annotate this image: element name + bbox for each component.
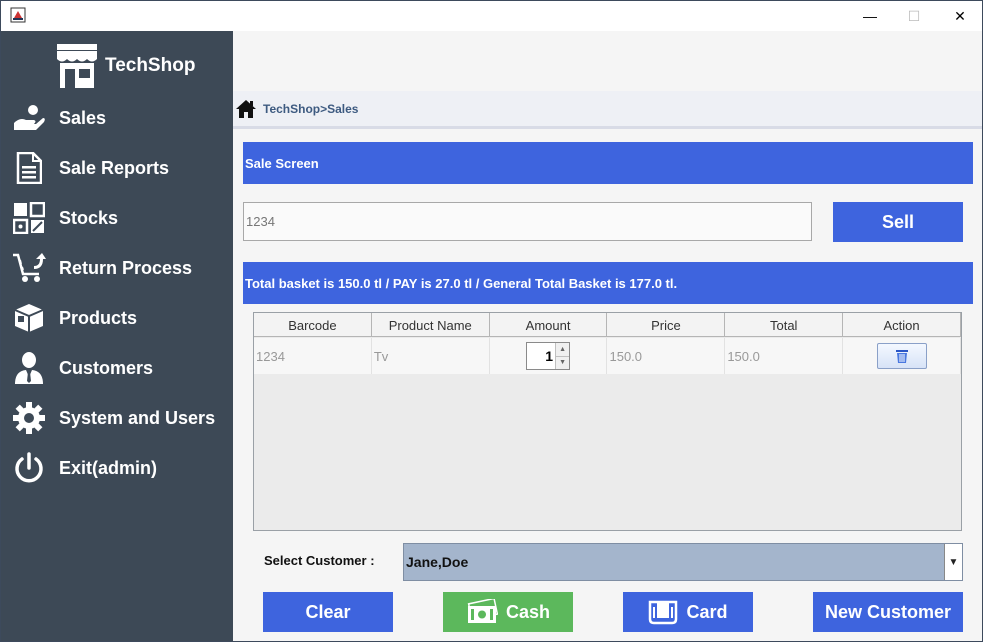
brand-name: TechShop (105, 55, 196, 76)
customer-select[interactable]: Jane,Doe ▼ (403, 543, 963, 581)
shop-icon (57, 44, 97, 88)
decrement-arrow-icon[interactable]: ▼ (556, 355, 570, 369)
gear-icon (11, 400, 47, 436)
grid-icon (11, 200, 47, 236)
table-row[interactable]: 1234 Tv 1 ▲ ▼ 150.0 150.0 (254, 338, 961, 374)
maximize-button[interactable]: ☐ (891, 1, 937, 31)
card-label: Card (686, 601, 728, 622)
sidebar-item-sales[interactable]: Sales (11, 96, 231, 140)
breadcrumb-text: TechShop>Sales (263, 101, 359, 116)
sidebar-item-stocks[interactable]: Stocks (11, 196, 231, 240)
sidebar-item-label: Stocks (59, 207, 119, 228)
card-icon (648, 599, 678, 625)
cell-total: 150.0 (725, 338, 844, 374)
hand-coin-icon (11, 100, 47, 136)
select-customer-label: Select Customer : (264, 553, 375, 568)
card-button[interactable]: Card (623, 592, 753, 632)
amount-value[interactable]: 1 (527, 343, 555, 369)
brand: TechShop (53, 42, 195, 90)
sale-screen-header: Sale Screen (243, 142, 973, 184)
sidebar-item-customers[interactable]: Customers (11, 346, 231, 390)
java-app-icon (10, 7, 26, 23)
new-customer-button[interactable]: New Customer (813, 592, 963, 632)
sidebar: TechShop Sales Sale Reports Stocks Retur… (1, 31, 233, 641)
new-customer-label: New Customer (824, 601, 952, 622)
sidebar-item-label: Sales (59, 107, 107, 128)
sidebar-item-products[interactable]: Products (11, 296, 231, 340)
barcode-input[interactable] (243, 202, 812, 241)
sidebar-item-sale-reports[interactable]: Sale Reports (11, 146, 231, 190)
stepper-arrows: ▲ ▼ (555, 343, 570, 369)
sidebar-item-system-and-users[interactable]: System and Users (11, 396, 231, 440)
cash-label: Cash (505, 601, 550, 622)
cell-price: 150.0 (607, 338, 726, 374)
basket-table: Barcode Product Name Amount Price Total … (253, 312, 962, 531)
sidebar-item-return-process[interactable]: Return Process (11, 246, 231, 290)
chevron-down-icon[interactable]: ▼ (944, 544, 962, 580)
cell-barcode: 1234 (254, 338, 372, 374)
basket-total-banner: Total basket is 150.0 tl / PAY is 27.0 t… (243, 262, 973, 304)
cart-return-icon (11, 250, 47, 286)
home-icon[interactable] (235, 98, 257, 120)
main-content: TechShop>Sales Sale Screen Sell Total ba… (233, 31, 982, 641)
box-icon (11, 300, 47, 336)
sidebar-item-label: Return Process (59, 257, 193, 278)
title-bar: — ☐ ✕ (1, 1, 982, 31)
cell-action (843, 338, 961, 374)
breadcrumb: TechShop>Sales (233, 91, 982, 129)
cash-icon (466, 599, 498, 625)
column-header-price[interactable]: Price (607, 313, 726, 337)
minimize-button[interactable]: — (847, 1, 893, 31)
clear-button[interactable]: Clear (263, 592, 393, 632)
amount-stepper[interactable]: 1 ▲ ▼ (526, 342, 571, 370)
trash-icon (895, 350, 908, 363)
sidebar-item-label: Sale Reports (59, 157, 170, 178)
sidebar-item-exit[interactable]: Exit(admin) (11, 446, 231, 490)
cell-product-name: Tv (372, 338, 490, 374)
column-header-total[interactable]: Total (725, 313, 844, 337)
clear-label: Clear (305, 601, 351, 622)
column-header-barcode[interactable]: Barcode (254, 313, 372, 337)
app-window: — ☐ ✕ TechShop Sales Sale Reports Stocks… (0, 0, 983, 642)
selected-customer: Jane,Doe (406, 554, 469, 570)
delete-row-button[interactable] (876, 343, 927, 369)
close-button[interactable]: ✕ (937, 1, 982, 31)
power-icon (11, 450, 47, 486)
column-header-amount[interactable]: Amount (490, 313, 608, 337)
sell-button[interactable]: Sell (833, 202, 963, 242)
sidebar-item-label: Products (59, 307, 138, 328)
user-icon (11, 350, 47, 386)
increment-arrow-icon[interactable]: ▲ (556, 343, 570, 356)
document-icon (11, 150, 47, 186)
sidebar-item-label: Customers (59, 357, 154, 378)
sidebar-item-label: Exit(admin) (59, 457, 158, 478)
sidebar-item-label: System and Users (59, 407, 216, 428)
cash-button[interactable]: Cash (443, 592, 573, 632)
column-header-product-name[interactable]: Product Name (372, 313, 490, 337)
table-header: Barcode Product Name Amount Price Total … (254, 313, 961, 337)
cell-amount: 1 ▲ ▼ (490, 338, 608, 374)
column-header-action[interactable]: Action (843, 313, 961, 337)
